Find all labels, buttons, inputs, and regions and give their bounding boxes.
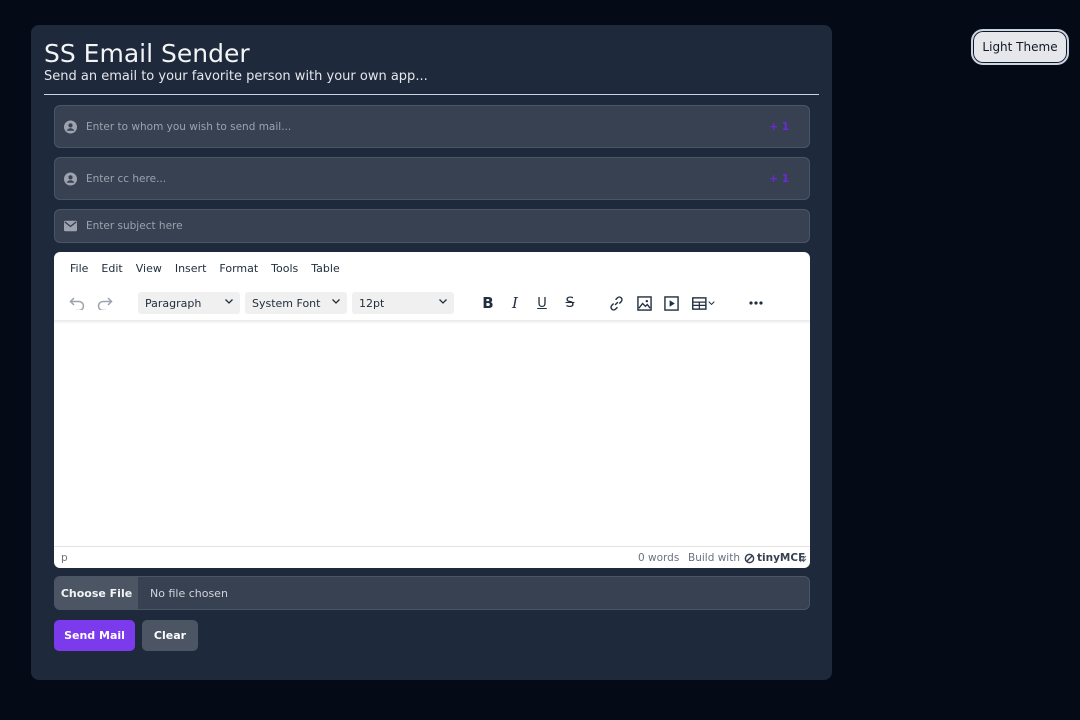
subject-field — [54, 209, 810, 243]
subject-input[interactable] — [86, 210, 749, 242]
block-format-select[interactable]: Paragraph — [138, 292, 240, 314]
send-mail-button[interactable]: Send Mail — [54, 620, 135, 651]
header-divider — [44, 94, 819, 95]
media-icon[interactable] — [661, 292, 681, 314]
email-form-card: SS Email Sender Send an email to your fa… — [31, 25, 832, 680]
font-family-select[interactable]: System Font — [245, 292, 347, 314]
editor-statusbar: p 0 words Build with tinyMCE — [54, 546, 810, 568]
theme-toggle-button[interactable]: Light Theme — [971, 29, 1069, 65]
user-circle-icon — [64, 172, 77, 185]
choose-file-button[interactable]: Choose File — [55, 577, 138, 609]
menu-view[interactable]: View — [136, 262, 162, 280]
font-size-select[interactable]: 12pt — [352, 292, 454, 314]
chevron-down-icon — [438, 296, 448, 309]
menu-tools[interactable]: Tools — [271, 262, 298, 280]
undo-icon[interactable] — [67, 292, 87, 314]
font-family-value: System Font — [252, 296, 321, 310]
user-circle-icon — [64, 120, 77, 133]
cc-input[interactable] — [86, 158, 749, 199]
to-field: + 1 — [54, 105, 810, 148]
editor-content-area[interactable] — [54, 324, 810, 544]
more-icon[interactable] — [746, 292, 766, 314]
page-subtitle: Send an email to your favorite person wi… — [44, 69, 428, 84]
font-size-value: 12pt — [359, 296, 385, 310]
tinymce-logo-icon — [744, 553, 755, 564]
strikethrough-icon[interactable]: S — [560, 292, 580, 314]
add-cc-button[interactable]: + 1 — [769, 173, 789, 185]
word-count[interactable]: 0 words — [638, 552, 679, 564]
menu-format[interactable]: Format — [219, 262, 258, 280]
chevron-down-icon — [331, 296, 341, 309]
clear-button[interactable]: Clear — [142, 620, 198, 651]
page-title: SS Email Sender — [44, 39, 250, 68]
image-icon[interactable] — [634, 292, 654, 314]
tinymce-brand[interactable]: Build with tinyMCE — [688, 552, 805, 564]
redo-icon[interactable] — [95, 292, 115, 314]
chevron-down-icon — [224, 296, 234, 309]
brand-name: tinyMCE — [756, 552, 806, 564]
envelope-icon — [64, 220, 77, 233]
editor-toolbar: Paragraph System Font 12pt B I U S — [54, 290, 810, 322]
resize-handle-icon[interactable] — [799, 554, 807, 566]
editor-menubar: File Edit View Insert Format Tools Table — [54, 262, 340, 280]
cc-field: + 1 — [54, 157, 810, 200]
table-icon[interactable] — [689, 292, 719, 314]
file-input[interactable]: Choose File No file chosen — [54, 576, 810, 610]
file-status: No file chosen — [150, 587, 228, 600]
underline-icon[interactable]: U — [532, 292, 552, 314]
menu-file[interactable]: File — [70, 262, 88, 280]
to-input[interactable] — [86, 106, 749, 147]
add-recipient-button[interactable]: + 1 — [769, 121, 789, 133]
link-icon[interactable] — [606, 292, 626, 314]
menu-insert[interactable]: Insert — [175, 262, 207, 280]
bold-icon[interactable]: B — [478, 292, 498, 314]
build-prefix: Build with — [688, 552, 740, 564]
element-path[interactable]: p — [61, 552, 68, 564]
italic-icon[interactable]: I — [505, 292, 525, 314]
rich-text-editor: File Edit View Insert Format Tools Table… — [54, 252, 810, 568]
menu-edit[interactable]: Edit — [101, 262, 122, 280]
block-format-value: Paragraph — [145, 296, 202, 310]
menu-table[interactable]: Table — [311, 262, 339, 280]
